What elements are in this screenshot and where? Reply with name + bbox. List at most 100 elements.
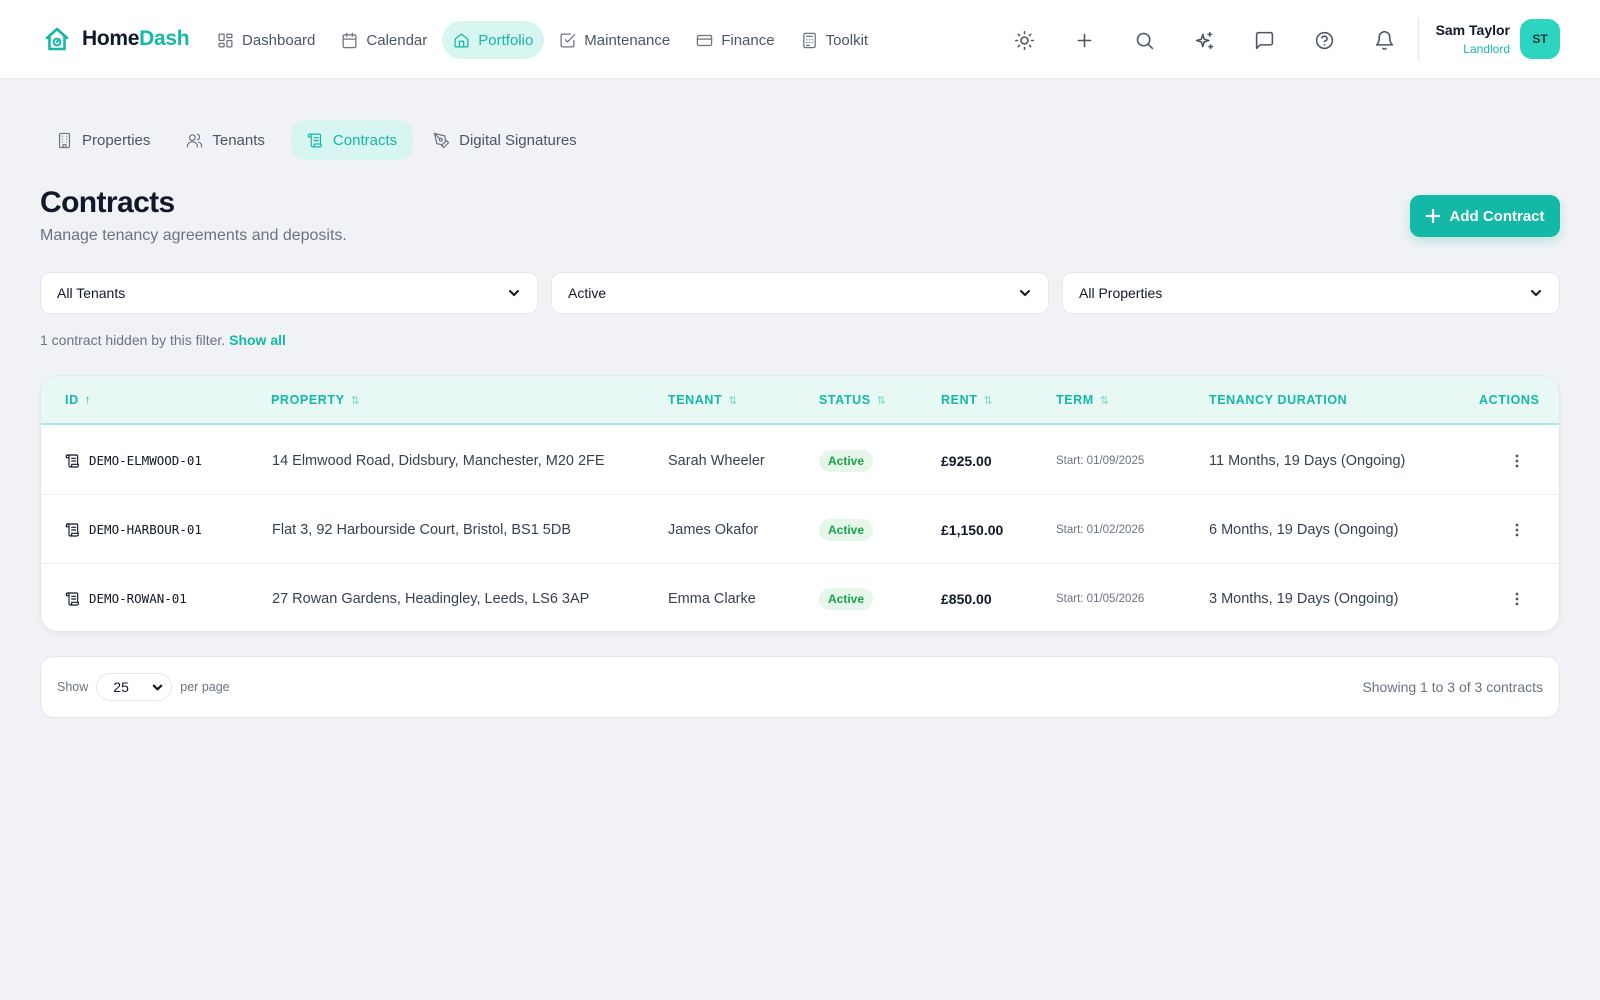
search-button[interactable] — [1124, 20, 1164, 60]
header-label: ID — [65, 393, 79, 407]
app-name: HomeDash — [82, 27, 190, 50]
tab-digital-signatures[interactable]: Digital Signatures — [423, 120, 593, 160]
tab-properties[interactable]: Properties — [46, 120, 166, 160]
plus-icon — [1425, 209, 1440, 223]
plus-icon — [1077, 33, 1091, 47]
nav-maintenance[interactable]: Maintenance — [548, 21, 681, 59]
tenant-filter-select[interactable]: All Tenants — [40, 272, 538, 314]
pagination-summary: Showing 1 to 3 of 3 contracts — [1362, 679, 1543, 695]
theme-toggle-button[interactable] — [1004, 20, 1044, 60]
add-contract-label: Add Contract — [1449, 207, 1545, 225]
column-header-status[interactable]: STATUS ⇅ — [819, 393, 887, 407]
column-header-tenant[interactable]: TENANT ⇅ — [668, 393, 738, 407]
chevron-down-icon — [1020, 290, 1030, 296]
actions-cell — [1505, 426, 1529, 495]
show-all-link[interactable]: Show all — [229, 332, 286, 348]
nav-label: Calendar — [366, 31, 428, 49]
header-label: TENANCY DURATION — [1209, 393, 1348, 407]
status-badge: Active — [819, 518, 874, 541]
filter-note-text: 1 contract hidden by this filter. — [40, 332, 226, 348]
notifications-button[interactable] — [1364, 20, 1404, 60]
property-cell: 27 Rowan Gardens, Headingley, Leeds, LS6… — [272, 590, 590, 607]
nav-finance[interactable]: Finance — [685, 21, 785, 59]
column-header-actions: ACTIONS — [1479, 393, 1539, 407]
tab-tenants[interactable]: Tenants — [176, 120, 281, 160]
user-name: Sam Taylor — [1435, 22, 1510, 38]
sort-icon: ⇅ — [983, 394, 994, 407]
app-logo[interactable]: HomeDash — [44, 26, 190, 52]
nav-label: Finance — [721, 31, 775, 49]
avatar[interactable]: ST — [1520, 19, 1560, 59]
tab-contracts[interactable]: Contracts — [290, 120, 414, 160]
table-header: ID ↑ PROPERTY ⇅ TENANT ⇅ STATUS ⇅ RENT ⇅ TERM… — [41, 376, 1559, 425]
column-header-duration: TENANCY DURATION — [1209, 393, 1347, 407]
table-row[interactable]: DEMO-ROWAN-01 27 Rowan Gardens, Headingl… — [41, 564, 1559, 631]
help-button[interactable] — [1304, 20, 1344, 60]
row-actions-button[interactable] — [1505, 587, 1529, 611]
status-cell: Active — [819, 495, 874, 564]
show-label: Show — [57, 680, 89, 694]
nav-label: Toolkit — [825, 31, 869, 49]
messages-button[interactable] — [1244, 20, 1284, 60]
actions-cell — [1505, 495, 1529, 564]
bell-icon — [1375, 30, 1393, 50]
contract-id-cell: DEMO-HARBOUR-01 — [65, 495, 202, 564]
building-icon — [58, 132, 71, 148]
term-cell: Start: 01/09/2025 — [1056, 454, 1145, 467]
status-cell: Active — [819, 564, 874, 631]
grid-icon — [218, 32, 233, 48]
nav-dashboard[interactable]: Dashboard — [206, 21, 326, 59]
table-row[interactable]: DEMO-HARBOUR-01 Flat 3, 92 Harbourside C… — [41, 495, 1559, 564]
nav-calendar[interactable]: Calendar — [330, 21, 438, 59]
contract-id-cell: DEMO-ELMWOOD-01 — [65, 426, 202, 495]
row-actions-button[interactable] — [1505, 449, 1529, 473]
tenant-filter-value: All Tenants — [57, 285, 126, 301]
term-cell: Start: 01/02/2026 — [1056, 523, 1145, 536]
column-header-property[interactable]: PROPERTY ⇅ — [271, 393, 360, 407]
duration-cell: 11 Months, 19 Days (Ongoing) — [1209, 452, 1406, 469]
nav-label: Dashboard — [242, 31, 316, 49]
header-label: RENT — [941, 393, 978, 407]
property-cell: Flat 3, 92 Harbourside Court, Bristol, B… — [272, 521, 571, 538]
more-vertical-icon — [1515, 454, 1519, 467]
chevron-down-icon — [1531, 290, 1541, 296]
duration-cell: 3 Months, 19 Days (Ongoing) — [1209, 590, 1399, 607]
nav-portfolio[interactable]: Portfolio — [442, 21, 545, 59]
tab-label: Tenants — [212, 131, 265, 149]
message-icon — [1255, 31, 1273, 49]
tenant-cell: Emma Clarke — [668, 590, 756, 607]
header-label: ACTIONS — [1479, 393, 1540, 407]
contract-id: DEMO-HARBOUR-01 — [89, 522, 202, 537]
sun-icon — [1014, 30, 1034, 50]
rent-cell: £1,150.00 — [941, 521, 1004, 538]
nav-label: Maintenance — [584, 31, 671, 49]
ai-assistant-button[interactable] — [1184, 20, 1224, 60]
status-filter-select[interactable]: Active — [551, 272, 1049, 314]
scroll-icon — [65, 591, 79, 606]
per-page-control: Show 25 per page — [57, 673, 230, 701]
column-header-term[interactable]: TERM ⇅ — [1056, 393, 1110, 407]
credit-card-icon — [696, 34, 713, 46]
calculator-icon — [802, 32, 816, 48]
row-actions-button[interactable] — [1505, 518, 1529, 542]
add-contract-button[interactable]: Add Contract — [1410, 195, 1560, 237]
check-square-icon — [560, 32, 576, 48]
table-row[interactable]: DEMO-ELMWOOD-01 14 Elmwood Road, Didsbur… — [41, 426, 1559, 495]
chevron-down-icon — [509, 290, 519, 296]
column-header-rent[interactable]: RENT ⇅ — [941, 393, 993, 407]
term-cell: Start: 01/05/2026 — [1056, 592, 1145, 605]
status-filter-value: Active — [568, 285, 607, 301]
header-label: TERM — [1056, 393, 1094, 407]
header-label: STATUS — [819, 393, 871, 407]
per-page-value: 25 — [113, 679, 129, 695]
property-filter-select[interactable]: All Properties — [1062, 272, 1560, 314]
nav-toolkit[interactable]: Toolkit — [790, 21, 880, 59]
pen-tool-icon — [433, 132, 450, 148]
help-icon — [1315, 31, 1333, 49]
header-label: PROPERTY — [271, 393, 345, 407]
quick-add-button[interactable] — [1064, 20, 1104, 60]
user-info[interactable]: Sam Taylor Landlord — [1436, 22, 1510, 56]
more-vertical-icon — [1515, 592, 1519, 605]
column-header-id[interactable]: ID ↑ — [65, 393, 91, 407]
per-page-select[interactable]: 25 — [96, 673, 173, 701]
